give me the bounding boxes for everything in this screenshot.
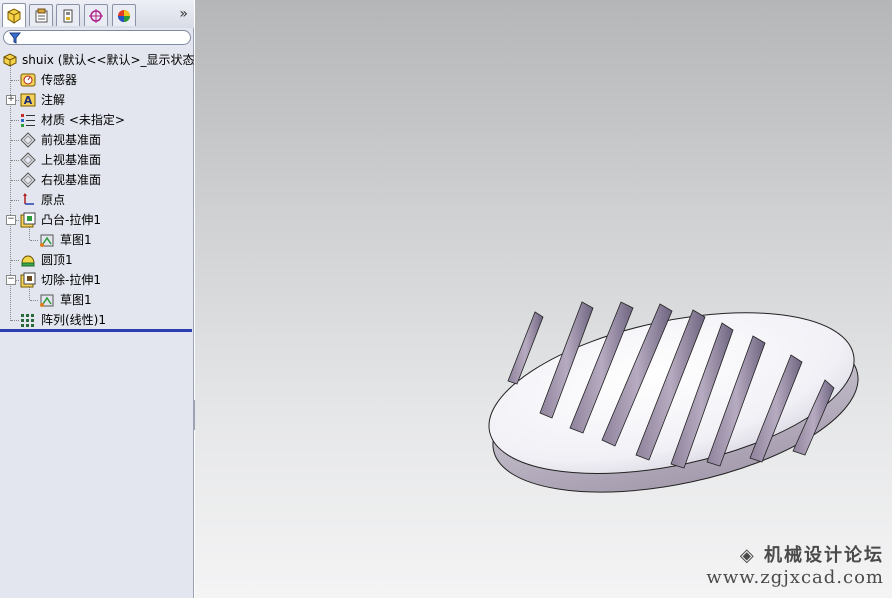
tree-item-label: 材质 <未指定> bbox=[41, 113, 125, 127]
graphics-area[interactable]: ◈ 机械设计论坛 www.zgjxcad.com bbox=[195, 0, 892, 598]
tree-item-top-plane[interactable]: 上视基准面 bbox=[0, 150, 194, 170]
display-manager-icon bbox=[118, 9, 130, 22]
propertymanager-tab[interactable] bbox=[29, 4, 53, 26]
tree-item-right-plane[interactable]: 右视基准面 bbox=[0, 170, 194, 190]
tree-guide bbox=[30, 240, 38, 241]
tree-item-cut-extrude[interactable]: − 切除-拉伸1 bbox=[0, 270, 194, 290]
tree-guide bbox=[16, 220, 19, 221]
watermark: ◈ 机械设计论坛 www.zgjxcad.com bbox=[706, 541, 884, 588]
plane-icon bbox=[20, 132, 36, 148]
expand-icon[interactable]: + bbox=[6, 95, 16, 105]
tree-item-sketch[interactable]: 草图1 bbox=[0, 230, 194, 250]
tree-item-label: 传感器 bbox=[41, 73, 78, 87]
featuremanager-tab[interactable] bbox=[2, 3, 26, 27]
tree-item-material[interactable]: 材质 <未指定> bbox=[0, 110, 194, 130]
tree-guide bbox=[11, 140, 19, 141]
sketch-icon bbox=[40, 294, 54, 307]
tree-item-label: 圆顶1 bbox=[41, 253, 73, 267]
collapse-icon[interactable]: − bbox=[6, 215, 16, 225]
tree-item-sketch[interactable]: 草图1 bbox=[0, 290, 194, 310]
tree-guide bbox=[11, 180, 19, 181]
tree-filter-input[interactable] bbox=[3, 30, 191, 45]
tree-guide bbox=[11, 200, 19, 201]
tree-item-label: 注解 bbox=[41, 93, 66, 107]
watermark-title: ◈ 机械设计论坛 bbox=[739, 545, 884, 566]
plane-icon bbox=[20, 152, 36, 168]
tree-item-label: 上视基准面 bbox=[41, 153, 102, 167]
collapse-icon[interactable]: − bbox=[6, 275, 16, 285]
configurationmanager-tab[interactable] bbox=[56, 4, 80, 26]
sensor-icon bbox=[20, 73, 36, 87]
filter-icon bbox=[9, 32, 21, 44]
tree-item-origin[interactable]: 原点 bbox=[0, 190, 194, 210]
tree-guide bbox=[11, 320, 19, 321]
tree-item-boss-extrude[interactable]: − 凸台-拉伸1 bbox=[0, 210, 194, 230]
sketch-icon bbox=[40, 234, 54, 247]
propertymanager-icon bbox=[35, 8, 48, 22]
tree-guide bbox=[11, 160, 19, 161]
tree-root[interactable]: shuix (默认<<默认>_显示状态 bbox=[0, 50, 195, 70]
tree-item-label: 凸台-拉伸1 bbox=[41, 213, 101, 227]
watermark-url: www.zgjxcad.com bbox=[706, 567, 884, 588]
tree-guide bbox=[16, 100, 19, 101]
tree-item-front-plane[interactable]: 前视基准面 bbox=[0, 130, 194, 150]
tree-guide bbox=[11, 260, 19, 261]
display-manager-tab[interactable] bbox=[112, 4, 136, 26]
tree-item-annotations[interactable]: + A 注解 bbox=[0, 90, 194, 110]
tree-item-dome[interactable]: 圆顶1 bbox=[0, 250, 194, 270]
dome-icon bbox=[21, 255, 35, 267]
tree-item-sensors[interactable]: 传感器 bbox=[0, 70, 194, 90]
featuremanager-icon bbox=[7, 7, 21, 24]
part-model-view[interactable] bbox=[195, 0, 892, 598]
tree-guide bbox=[11, 120, 19, 121]
tree-item-label: 草图1 bbox=[60, 233, 92, 247]
tree-item-label: 右视基准面 bbox=[41, 173, 102, 187]
tree-guide bbox=[30, 300, 38, 301]
part-icon bbox=[3, 53, 17, 67]
tree-item-linear-pattern[interactable]: 阵列(线性)1 bbox=[0, 310, 194, 330]
tree-item-label: 前视基准面 bbox=[41, 133, 102, 147]
annotation-icon: A bbox=[20, 93, 36, 107]
svg-text:A: A bbox=[24, 94, 33, 107]
more-tabs-button[interactable]: » bbox=[179, 6, 188, 22]
rollback-bar[interactable] bbox=[0, 329, 192, 332]
feature-manager-panel: » shuix (默认<<默认>_显示状态 传感器 + A 注解 材质 <未指定… bbox=[0, 0, 195, 598]
configurationmanager-icon bbox=[63, 9, 73, 22]
dimxpert-icon bbox=[89, 8, 103, 23]
plane-icon bbox=[20, 172, 36, 188]
cut-extrude-icon bbox=[20, 272, 36, 288]
manager-tabs: » bbox=[0, 0, 194, 28]
boss-extrude-icon bbox=[20, 212, 36, 228]
tree-guide bbox=[16, 280, 19, 281]
tree-item-label: 原点 bbox=[41, 193, 66, 207]
material-icon bbox=[21, 114, 35, 127]
tree-root-label: shuix (默认<<默认>_显示状态 bbox=[22, 53, 195, 67]
tree-item-label: 阵列(线性)1 bbox=[41, 313, 106, 327]
dimxpert-tab[interactable] bbox=[84, 4, 108, 26]
origin-icon bbox=[23, 193, 34, 205]
linear-pattern-icon bbox=[21, 314, 34, 327]
tree-item-label: 草图1 bbox=[60, 293, 92, 307]
tree-item-label: 切除-拉伸1 bbox=[41, 273, 101, 287]
tree-guide bbox=[11, 80, 19, 81]
